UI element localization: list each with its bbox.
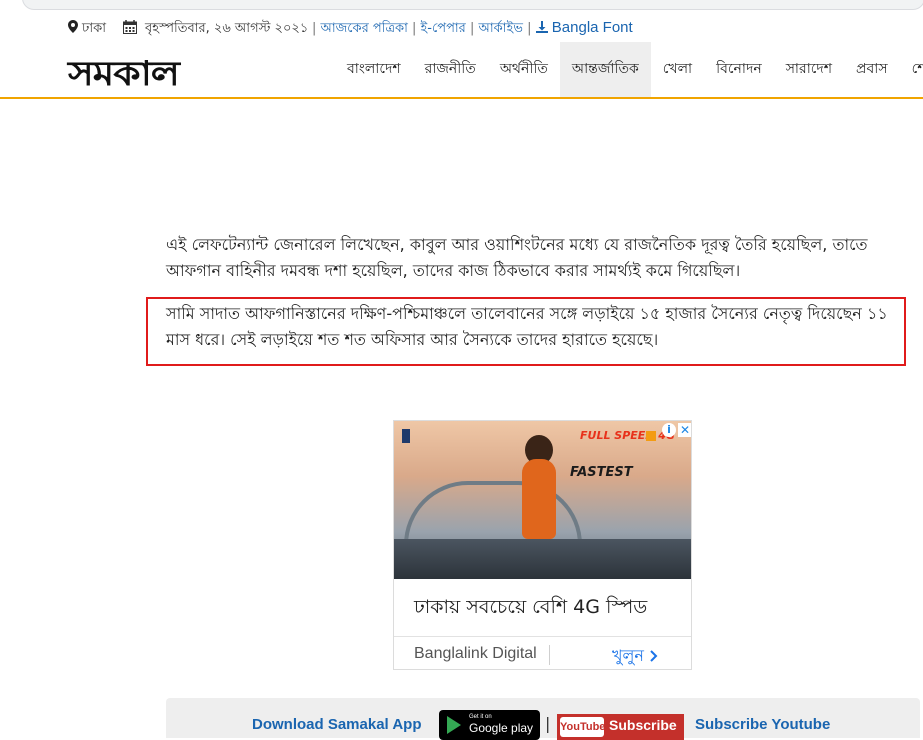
browser-chrome	[0, 0, 923, 12]
download-app-link[interactable]: Download Samakal App	[252, 716, 421, 733]
header-accent-line	[0, 97, 923, 99]
calendar-icon	[123, 20, 137, 34]
nav-item-international[interactable]: আন্তর্জাতিক	[559, 42, 651, 97]
top-info-bar: ঢাকা বৃহস্পতিবার, ২৬ আগস্ট ২০২১ | আজকের …	[0, 14, 923, 42]
ad-open-label: খুলুন	[612, 646, 644, 665]
gplay-big-text: Google play	[469, 721, 534, 735]
ad-image-text: FASTEST	[570, 465, 633, 480]
site-header: সমকাল বাংলাদেশ রাজনীতি অর্থনীতি আন্তর্জা…	[0, 42, 923, 99]
appbar-separator: |	[545, 714, 551, 733]
ad-road-graphic	[394, 539, 691, 579]
ad-advertiser[interactable]: Banglalink Digital	[414, 645, 537, 663]
ad-brand-tag: FULL SPEED 4G	[580, 429, 675, 442]
ad-open-button[interactable]: খুলুন	[612, 643, 658, 669]
ad-close-icon[interactable]: ✕	[678, 423, 691, 437]
nav-item-abroad[interactable]: প্রবাস	[844, 42, 900, 97]
youtube-subscribe-label: Subscribe	[609, 717, 677, 733]
ad-headline[interactable]: ঢাকায় সবচেয়ে বেশি 4G স্পিড	[414, 593, 647, 625]
nav-item-country[interactable]: সারাদেশ	[774, 42, 844, 97]
bangla-font-text: Bangla Font	[551, 19, 633, 36]
google-play-icon	[447, 716, 461, 734]
ad-info-icon[interactable]: i	[662, 423, 676, 437]
app-download-bar: Download Samakal App Get it on Google pl…	[166, 698, 920, 740]
chevron-right-icon	[650, 650, 658, 662]
youtube-logo-icon: YouTube	[560, 717, 605, 737]
date: বৃহস্পতিবার, ২৬ আগস্ট ২০২১	[123, 19, 308, 40]
ad-divider	[549, 645, 550, 665]
nav-item-economy[interactable]: অর্থনীতি	[488, 42, 560, 97]
subscribe-youtube-link[interactable]: Subscribe Youtube	[695, 716, 830, 733]
nav-item-politics[interactable]: রাজনীতি	[413, 42, 488, 97]
archive-link[interactable]: আর্কাইভ	[479, 21, 523, 36]
advertisement[interactable]: FULL SPEED 4G i ✕ FASTEST ঢাকায় সবচেয়ে…	[393, 420, 692, 670]
ad-partner-logo	[402, 429, 410, 443]
location: ঢাকা	[68, 19, 106, 40]
todays-paper-link[interactable]: আজকের পত্রিকা	[321, 21, 408, 36]
gplay-small-text: Get it on	[469, 714, 492, 720]
youtube-subscribe-button[interactable]: YouTube Subscribe	[557, 714, 684, 740]
nav-item-sports[interactable]: খেলা	[651, 42, 704, 97]
google-play-button[interactable]: Get it on Google play	[439, 710, 540, 740]
main-nav: বাংলাদেশ রাজনীতি অর্থনীতি আন্তর্জাতিক খে…	[335, 42, 923, 97]
address-bar[interactable]	[22, 0, 923, 10]
nav-item-share[interactable]: শেয়া	[900, 42, 923, 97]
article-paragraph-1: এই লেফটেন্যান্ট জেনারেল লিখেছেন, কাবুল আ…	[166, 235, 868, 280]
ad-image[interactable]: FULL SPEED 4G i ✕ FASTEST	[394, 421, 691, 579]
top-links: | আজকের পত্রিকা | ই-পেপার | আর্কাইভ | Ba…	[312, 19, 633, 36]
location-text: ঢাকা	[82, 21, 106, 36]
bangla-font-link[interactable]: Bangla Font	[535, 19, 633, 36]
nav-item-bangladesh[interactable]: বাংলাদেশ	[335, 42, 413, 97]
map-pin-icon	[68, 20, 78, 33]
epaper-link[interactable]: ই-পেপার	[421, 21, 466, 36]
ad-person-graphic	[522, 459, 556, 539]
nav-item-entertainment[interactable]: বিনোদন	[704, 42, 774, 97]
article-paragraph-2: সামি সাদাত আফগানিস্তানের দক্ষিণ-পশ্চিমাঞ…	[166, 304, 888, 349]
banglalink-logo-icon	[646, 431, 656, 441]
download-icon	[535, 21, 548, 33]
ad-footer: Banglalink Digital খুলুন	[394, 636, 691, 669]
date-text: বৃহস্পতিবার, ২৬ আগস্ট ২০২১	[145, 21, 309, 36]
